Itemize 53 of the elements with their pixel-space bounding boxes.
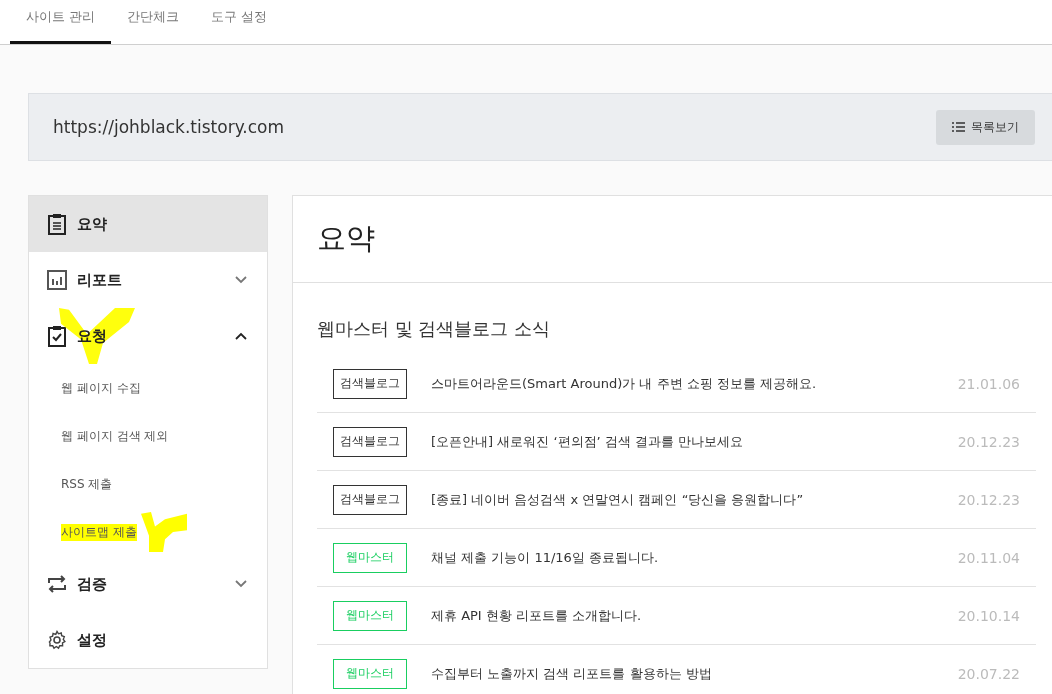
section-heading: 웹마스터 및 검색블로그 소식 [316,317,552,341]
news-date: 20.10.14 [957,607,1020,624]
sidebar-item[interactable]: 요약 [29,196,267,252]
sidebar-subitem[interactable]: RSS 제출 [29,460,267,508]
sidebar-subitem[interactable]: 사이트맵 제출 [29,508,267,556]
highlighter-mark [141,512,187,552]
clipboard-check-icon [47,325,67,347]
sidebar-item[interactable]: 리포트 [29,252,267,308]
category-tag: 검색블로그 [333,368,407,399]
tab[interactable]: 사이트 관리 [10,0,112,44]
sidebar-sublabel: 웹 페이지 수집 [61,379,141,397]
swap-arrows-icon [47,574,67,594]
list-icon [952,122,965,132]
sidebar-sublabel: 웹 페이지 검색 제외 [61,427,169,445]
news-date: 20.11.04 [957,549,1020,566]
sidebar-subitem[interactable]: 웹 페이지 검색 제외 [29,412,267,460]
category-tag: 검색블로그 [333,484,407,515]
tab[interactable]: 도구 설정 [195,0,284,44]
news-link[interactable]: [오픈안내] 새로워진 ‘편의점’ 검색 결과를 만나보세요 [431,432,958,451]
chevron-icon [235,332,247,340]
sidebar-subitem[interactable]: 웹 페이지 수집 [29,364,267,412]
news-link[interactable]: [종료] 네이버 음성검색 x 연말연시 캠페인 “당신을 응원합니다” [431,490,958,509]
clipboard-icon [47,213,67,235]
category-tag: 검색블로그 [333,426,407,457]
site-url: https://johblack.tistory.com [53,117,284,137]
chart-icon [47,270,67,290]
sidebar-item[interactable]: 요청 [29,308,267,364]
category-tag: 웹마스터 [333,542,407,573]
sidebar-sublabel: 사이트맵 제출 [61,523,137,541]
news-link[interactable]: 제휴 API 현황 리포트를 소개합니다. [431,606,958,625]
sidebar-item[interactable]: 검증 [29,556,267,612]
news-link[interactable]: 채널 제출 기능이 11/16일 종료됩니다. [431,548,958,567]
sidebar-label: 설정 [77,630,108,650]
tab[interactable]: 간단체크 [111,0,196,44]
sidebar-sublabel: RSS 제출 [61,475,113,493]
sidebar-label: 리포트 [77,270,123,290]
category-tag: 웹마스터 [333,658,407,689]
settings-icon [47,630,67,650]
news-date: 20.12.23 [957,491,1020,508]
sidebar-label: 요청 [77,326,108,346]
news-date: 20.07.22 [957,665,1020,682]
category-tag: 웹마스터 [333,600,407,631]
news-link[interactable]: 수집부터 노출까지 검색 리포트를 활용하는 방법 [431,664,958,683]
sidebar-label: 검증 [77,574,108,594]
sidebar-item[interactable]: 설정 [29,612,267,668]
sidebar-label: 요약 [77,214,108,234]
chevron-icon [235,276,247,284]
chevron-icon [235,580,247,588]
page-title: 요약 [293,196,1052,283]
news-link[interactable]: 스마트어라운드(Smart Around)가 내 주변 쇼핑 정보를 제공해요. [431,374,958,393]
news-date: 21.01.06 [957,375,1020,392]
news-date: 20.12.23 [957,433,1020,450]
list-view-button[interactable]: 목록보기 [936,109,1035,145]
